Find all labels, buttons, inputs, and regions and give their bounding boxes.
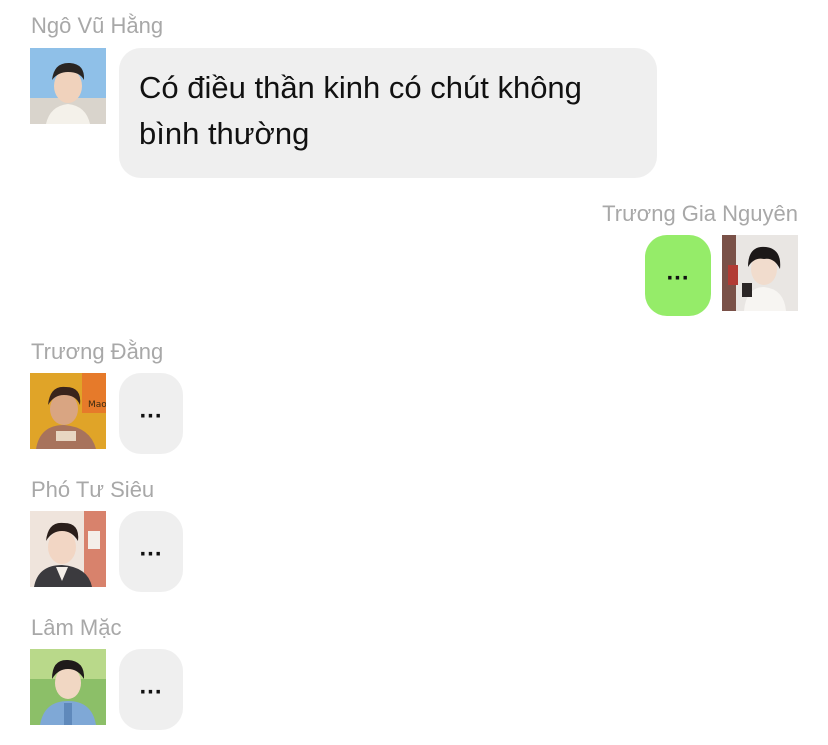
sender-name: Trương Đằng — [31, 339, 164, 364]
avatar[interactable] — [30, 511, 106, 587]
chat-view: Ngô Vũ Hằng Có điều thần kinh có chút kh… — [0, 0, 828, 745]
sender-name: Lâm Mặc — [31, 615, 122, 640]
sender-name: Trương Gia Nguyên — [602, 201, 798, 226]
avatar[interactable]: Mao — [30, 373, 106, 449]
message-bubble[interactable]: ... — [645, 235, 711, 316]
message-text: ... — [666, 258, 690, 286]
avatar[interactable] — [722, 235, 798, 311]
message-bubble[interactable]: Có điều thần kinh có chút không bình thư… — [119, 48, 657, 178]
sender-name: Phó Tư Siêu — [31, 477, 155, 502]
message-text: ... — [139, 672, 163, 700]
message-bubble[interactable]: ... — [119, 649, 183, 730]
message-bubble[interactable]: ... — [119, 373, 183, 454]
message-text: ... — [139, 396, 163, 424]
avatar[interactable] — [30, 48, 106, 124]
message-text: Có điều thần kinh có chút không bình thư… — [139, 70, 582, 151]
message-bubble[interactable]: ... — [119, 511, 183, 592]
avatar[interactable] — [30, 649, 106, 725]
sender-name: Ngô Vũ Hằng — [31, 13, 164, 38]
svg-text:Mao: Mao — [88, 400, 106, 410]
message-text: ... — [139, 534, 163, 562]
